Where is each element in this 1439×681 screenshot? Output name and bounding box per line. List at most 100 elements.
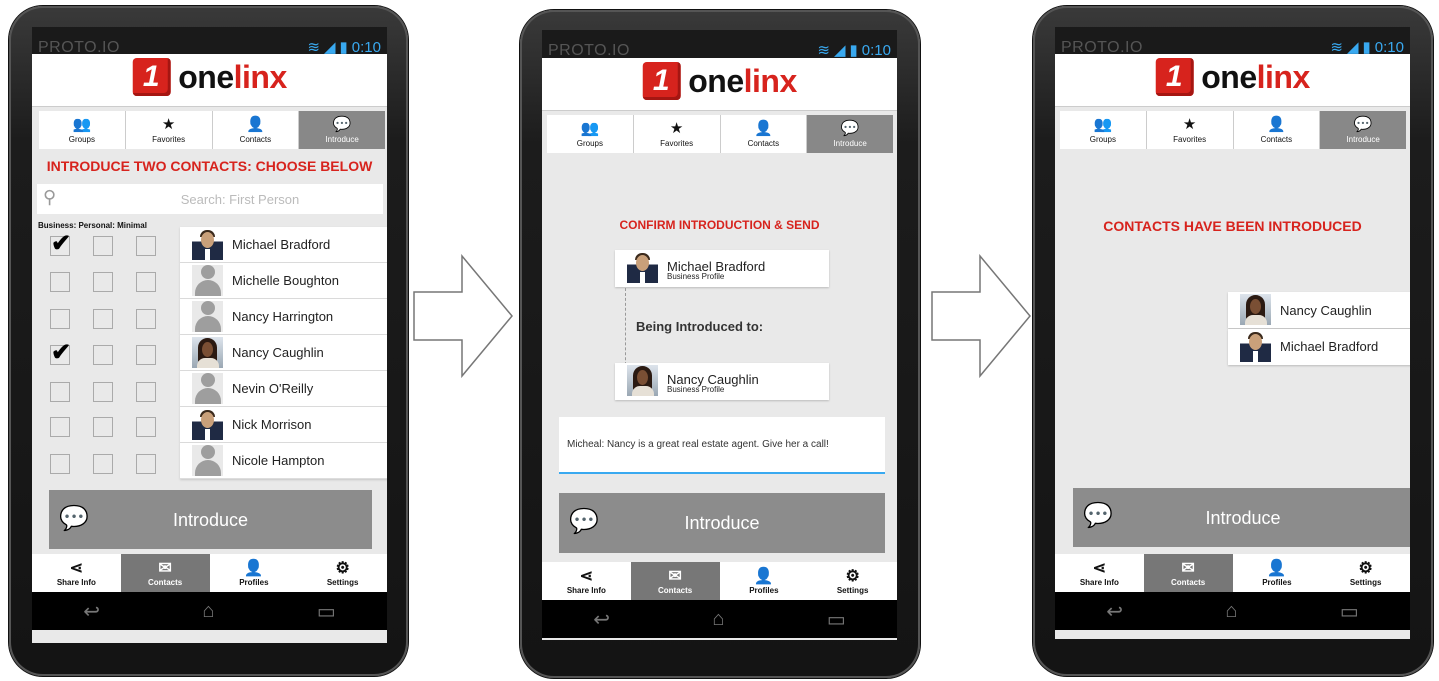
onelinx-logo: 1 onelinx	[642, 62, 797, 100]
nav-settings[interactable]: ⚙ Settings	[808, 562, 897, 600]
home-icon[interactable]: ⌂	[712, 608, 724, 631]
tab-groups[interactable]: 👥 Groups	[1060, 111, 1147, 149]
recents-icon[interactable]: ▭	[827, 607, 846, 632]
screen-confirm-introduction: PROTO.IO ≋ ◢ ▮ 0:10 1 onelinx 👥 Groups ★ Favo…	[542, 30, 897, 640]
introduced-contact-card: Nancy Caughlin	[1228, 292, 1410, 328]
back-icon[interactable]: ↩	[1106, 599, 1123, 624]
nav-settings[interactable]: ⚙ Settings	[298, 554, 387, 592]
avatar	[192, 229, 223, 260]
personal-checkbox[interactable]	[93, 272, 113, 292]
business-checkbox[interactable]: ✔	[50, 230, 71, 257]
share-icon: ⋖	[69, 559, 84, 577]
list-item[interactable]: Michelle Boughton	[180, 263, 387, 299]
tab-contacts[interactable]: 👤 Contacts	[213, 111, 300, 149]
list-item[interactable]: Nevin O'Reilly	[180, 371, 387, 407]
business-checkbox[interactable]	[50, 272, 70, 292]
home-icon[interactable]: ⌂	[202, 600, 214, 623]
person-icon: 👤	[753, 567, 774, 585]
nav-share-info[interactable]: ⋖ Share Info	[542, 562, 631, 600]
avatar	[192, 301, 223, 332]
star-icon: ★	[161, 115, 176, 133]
phone-frame-3: PROTO.IO ≋ ◢ ▮ 0:10 1 onelinx 👥 Groups ★ Favo…	[1033, 6, 1433, 676]
screen-choose-contacts: PROTO.IO ≋ ◢ ▮ 0:10 1 onelinx 👥 Groups ★ Favo…	[32, 27, 387, 643]
minimal-checkbox[interactable]	[136, 272, 156, 292]
back-icon[interactable]: ↩	[83, 599, 100, 624]
introduce-button[interactable]: 💬 Introduce	[559, 493, 885, 553]
nav-share-info[interactable]: ⋖ Share Info	[32, 554, 121, 592]
business-checkbox[interactable]	[50, 309, 70, 329]
person-icon: 👤	[1267, 115, 1286, 133]
list-item[interactable]: Nancy Harrington	[180, 299, 387, 335]
gear-icon: ⚙	[1358, 559, 1373, 577]
list-item[interactable]: Nick Morrison	[180, 407, 387, 443]
logo-mark-icon: 1	[132, 58, 171, 96]
mail-icon: ✉	[158, 559, 172, 577]
person-icon: 👤	[1266, 559, 1287, 577]
personal-checkbox[interactable]	[93, 454, 113, 474]
nav-contacts[interactable]: ✉ Contacts	[1143, 554, 1233, 592]
nav-settings[interactable]: ⚙ Settings	[1321, 554, 1410, 592]
page-heading: CONTACTS HAVE BEEN INTRODUCED	[1103, 218, 1362, 234]
phone-frame-1: PROTO.IO ≋ ◢ ▮ 0:10 1 onelinx 👥 Groups ★ Favo…	[9, 6, 408, 676]
business-checkbox[interactable]	[50, 454, 70, 474]
onelinx-logo: 1 onelinx	[132, 58, 287, 96]
tab-contacts[interactable]: 👤 Contacts	[1234, 111, 1321, 149]
page-heading: CONFIRM INTRODUCTION & SEND	[619, 218, 820, 232]
check-icon: ✔	[51, 230, 72, 257]
intro-message-input[interactable]: Micheal: Nancy is a great real estate ag…	[559, 417, 885, 474]
home-icon[interactable]: ⌂	[1225, 600, 1237, 623]
minimal-checkbox[interactable]	[136, 309, 156, 329]
tab-introduce[interactable]: 💬 Introduce	[807, 115, 893, 153]
minimal-checkbox[interactable]	[136, 417, 156, 437]
nav-contacts[interactable]: ✉ Contacts	[630, 562, 720, 600]
personal-checkbox[interactable]	[93, 345, 113, 365]
tab-contacts[interactable]: 👤 Contacts	[721, 115, 808, 153]
personal-checkbox[interactable]	[93, 382, 113, 402]
search-input[interactable]: ⚲ Search: First Person	[37, 184, 383, 214]
tab-favorites[interactable]: ★ Favorites	[634, 115, 721, 153]
introduced-person-card: Nancy Caughlin Business Profile	[615, 363, 829, 400]
tab-groups[interactable]: 👥 Groups	[547, 115, 634, 153]
recents-icon[interactable]: ▭	[1340, 599, 1359, 624]
list-item[interactable]: Michael Bradford	[180, 227, 387, 263]
list-item[interactable]: Nancy Caughlin	[180, 335, 387, 371]
list-item[interactable]: Nicole Hampton	[180, 443, 387, 479]
check-icon: ✔	[51, 339, 72, 366]
top-tabs: 👥 Groups ★ Favorites 👤 Contacts 💬 Introduce	[39, 111, 385, 149]
nav-profiles[interactable]: 👤 Profiles	[720, 562, 809, 600]
business-checkbox[interactable]	[50, 417, 70, 437]
nav-profiles[interactable]: 👤 Profiles	[210, 554, 299, 592]
introduce-button[interactable]: 💬 Introduce	[1073, 488, 1410, 547]
mail-icon: ✉	[1181, 559, 1195, 577]
personal-checkbox[interactable]	[93, 236, 113, 256]
tab-favorites[interactable]: ★ Favorites	[126, 111, 213, 149]
chat-icon: 💬	[840, 119, 860, 137]
recents-icon[interactable]: ▭	[317, 599, 336, 624]
tab-groups[interactable]: 👥 Groups	[39, 111, 126, 149]
business-checkbox[interactable]	[50, 382, 70, 402]
android-nav-bar: ↩ ⌂ ▭	[542, 600, 897, 638]
tab-favorites[interactable]: ★ Favorites	[1147, 111, 1234, 149]
nav-share-info[interactable]: ⋖ Share Info	[1055, 554, 1144, 592]
minimal-checkbox[interactable]	[136, 382, 156, 402]
business-checkbox[interactable]: ✔	[50, 339, 71, 366]
personal-checkbox[interactable]	[93, 309, 113, 329]
minimal-checkbox[interactable]	[136, 454, 156, 474]
signal-icon: ◢	[833, 42, 846, 59]
minimal-checkbox[interactable]	[136, 345, 156, 365]
chat-icon: 💬	[1353, 115, 1373, 133]
back-icon[interactable]: ↩	[593, 607, 610, 632]
minimal-checkbox[interactable]	[136, 236, 156, 256]
tab-introduce[interactable]: 💬 Introduce	[299, 111, 385, 149]
groups-icon: 👥	[580, 119, 600, 137]
top-tabs: 👥 Groups ★ Favorites 👤 Contacts 💬 Introduce	[547, 115, 893, 153]
nav-profiles[interactable]: 👤 Profiles	[1233, 554, 1322, 592]
personal-checkbox[interactable]	[93, 417, 113, 437]
onelinx-logo: 1 onelinx	[1155, 58, 1310, 96]
phone-frame-2: PROTO.IO ≋ ◢ ▮ 0:10 1 onelinx 👥 Groups ★ Favo…	[520, 10, 920, 678]
nav-contacts[interactable]: ✉ Contacts	[120, 554, 210, 592]
tab-introduce[interactable]: 💬 Introduce	[1320, 111, 1406, 149]
wifi-icon: ≋	[817, 42, 830, 59]
introduce-button[interactable]: 💬 Introduce	[49, 490, 372, 549]
gear-icon: ⚙	[335, 559, 350, 577]
